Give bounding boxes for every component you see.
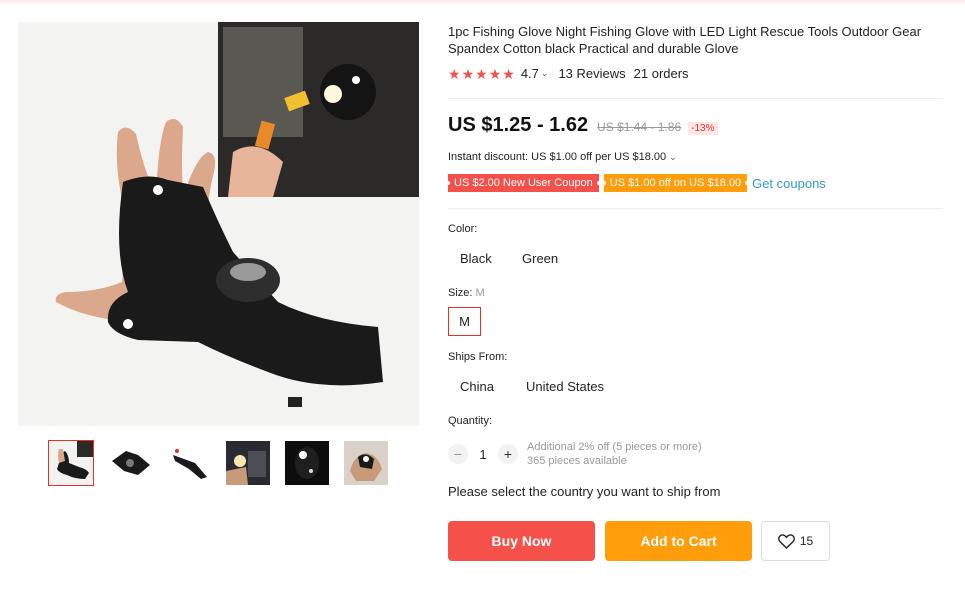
quantity-discount-note: Additional 2% off (5 pieces or more) xyxy=(527,441,702,453)
divider xyxy=(448,98,943,99)
buy-now-button[interactable]: Buy Now xyxy=(448,521,595,561)
reviews-link[interactable]: 13 Reviews xyxy=(558,66,625,81)
chevron-down-icon: ⌄ xyxy=(669,152,677,162)
color-option-green[interactable]: Green xyxy=(511,244,569,273)
size-label-text: Size: xyxy=(448,287,473,299)
quantity-decrease-button[interactable]: − xyxy=(448,444,468,464)
current-price: US $1.25 - 1.62 xyxy=(448,114,589,136)
ship-country-message: Please select the country you want to sh… xyxy=(448,484,721,499)
rating-value[interactable]: 4.7 xyxy=(521,66,539,81)
instant-discount-text: Instant discount: US $1.00 off per US $1… xyxy=(448,151,667,163)
ships-from-united-states[interactable]: United States xyxy=(515,372,615,401)
orders-count: 21 orders xyxy=(633,66,689,81)
ships-from-china[interactable]: China xyxy=(449,372,505,401)
star-icon: ★ xyxy=(461,65,475,82)
quantity-input[interactable]: 1 xyxy=(468,447,498,462)
wishlist-count: 15 xyxy=(799,534,814,548)
color-option-black[interactable]: Black xyxy=(449,244,503,273)
wishlist-button[interactable]: 15 xyxy=(761,521,830,561)
ships-from-label: Ships From: xyxy=(448,351,508,363)
size-label: Size: M xyxy=(448,287,485,299)
add-to-cart-button[interactable]: Add to Cart xyxy=(605,521,752,561)
quantity-note: Additional 2% off (5 pieces or more) 365… xyxy=(527,440,702,468)
size-selected: M xyxy=(475,287,485,299)
star-icon: ★ xyxy=(488,65,502,82)
star-icon: ★ xyxy=(475,65,488,82)
glove-photo xyxy=(18,22,419,426)
heart-icon xyxy=(777,533,795,549)
quantity-available-note: 365 pieces available xyxy=(527,455,627,467)
thumbnail-6[interactable] xyxy=(343,440,389,486)
price-row: US $1.25 - 1.62 US $1.44 - 1.86 -13% xyxy=(448,114,718,137)
store-coupon[interactable]: US $1.00 off on US $18.00 xyxy=(601,174,750,192)
thumbnail-3[interactable] xyxy=(166,440,212,486)
star-icon: ★ xyxy=(502,65,515,82)
color-label: Color: xyxy=(448,223,478,235)
thumbnail-5[interactable] xyxy=(284,440,330,486)
product-title: 1pc Fishing Glove Night Fishing Glove wi… xyxy=(448,24,922,56)
top-bar xyxy=(0,0,965,6)
get-coupons-link[interactable]: Get coupons xyxy=(752,176,826,191)
chevron-down-icon[interactable]: ⌄ xyxy=(541,68,549,79)
quantity-label: Quantity: xyxy=(448,415,493,427)
star-icon: ★ xyxy=(448,65,461,82)
discount-badge: -13% xyxy=(688,122,718,135)
new-user-coupon[interactable]: US $2.00 New User Coupon xyxy=(446,174,601,192)
coupon-row: US $2.00 New User Coupon US $1.00 off on… xyxy=(446,174,826,192)
thumbnail-strip xyxy=(48,440,389,486)
quantity-stepper: − 1 + Additional 2% off (5 pieces or mor… xyxy=(448,440,702,468)
size-option-m[interactable]: M xyxy=(448,307,481,336)
thumbnail-2[interactable] xyxy=(107,440,153,486)
thumbnail-1[interactable] xyxy=(48,440,94,486)
original-price: US $1.44 - 1.86 xyxy=(597,120,682,134)
instant-discount[interactable]: Instant discount: US $1.00 off per US $1… xyxy=(448,151,677,163)
star-rating: ★ ★ ★ ★ ★ xyxy=(448,67,515,81)
thumbnail-4[interactable] xyxy=(225,440,271,486)
divider xyxy=(448,208,943,209)
rating-row: ★ ★ ★ ★ ★ 4.7 ⌄ 13 Reviews 21 orders xyxy=(448,66,689,81)
quantity-increase-button[interactable]: + xyxy=(498,444,518,464)
main-product-image[interactable] xyxy=(18,22,419,426)
